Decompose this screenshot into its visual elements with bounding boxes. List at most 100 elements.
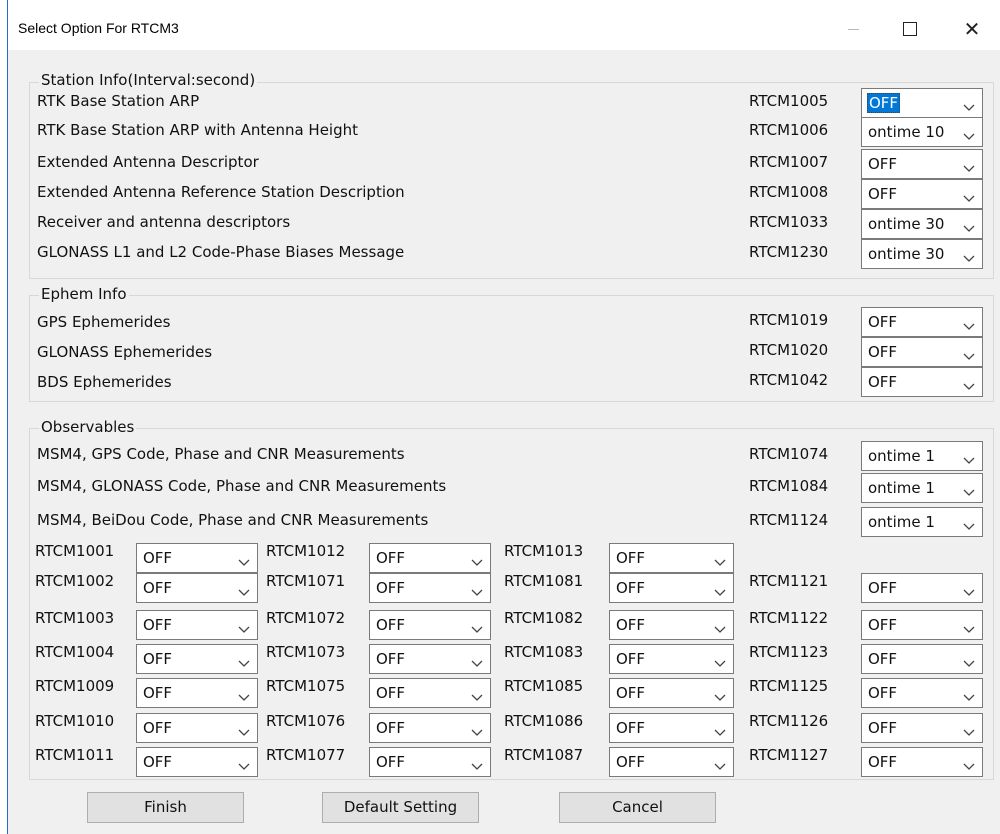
interval-select-rtcm1019[interactable]: OFF [861,307,983,337]
message-code: RTCM1007 [749,153,829,171]
interval-select-rtcm1020[interactable]: OFF [861,337,983,367]
interval-select-rtcm1125[interactable]: OFF [861,678,983,708]
message-code: RTCM1072 [266,609,346,627]
chevron-down-icon [714,723,726,736]
interval-select-rtcm1071[interactable]: OFF [369,573,491,603]
option-label: MSM4, GPS Code, Phase and CNR Measuremen… [37,445,405,463]
chevron-down-icon [238,723,250,736]
interval-select-rtcm1074[interactable]: ontime 1 [861,441,983,471]
message-code: RTCM1124 [749,511,829,529]
interval-select-rtcm1004[interactable]: OFF [136,644,258,674]
message-code: RTCM1123 [749,643,829,661]
option-label: GLONASS Ephemerides [37,343,213,361]
selected-value: OFF [376,719,406,737]
message-code: RTCM1011 [35,746,115,764]
interval-select-rtcm1012[interactable]: OFF [369,543,491,573]
interval-select-rtcm1083[interactable]: OFF [609,644,734,674]
message-code: RTCM1033 [749,213,829,231]
cancel-button[interactable]: Cancel [559,792,716,823]
option-label: MSM4, GLONASS Code, Phase and CNR Measur… [37,477,447,495]
message-code: RTCM1126 [749,712,829,730]
message-code: RTCM1003 [35,609,115,627]
selected-value: OFF [616,719,646,737]
chevron-down-icon [714,654,726,667]
message-code: RTCM1001 [35,542,115,560]
option-label: Extended Antenna Reference Station Descr… [37,183,405,201]
interval-select-rtcm1085[interactable]: OFF [609,678,734,708]
interval-select-rtcm1001[interactable]: OFF [136,543,258,573]
interval-select-rtcm1123[interactable]: OFF [861,644,983,674]
selected-value: OFF [616,579,646,597]
selected-value: OFF [143,684,173,702]
message-code: RTCM1122 [749,609,829,627]
interval-select-rtcm1033[interactable]: ontime 30 [861,209,983,239]
default-setting-button[interactable]: Default Setting [322,792,479,823]
selected-value: OFF [616,753,646,771]
finish-button[interactable]: Finish [87,792,244,823]
interval-select-rtcm1076[interactable]: OFF [369,713,491,743]
interval-select-rtcm1121[interactable]: OFF [861,573,983,603]
selected-value: OFF [376,650,406,668]
interval-select-rtcm1081[interactable]: OFF [609,573,734,603]
option-label: GLONASS L1 and L2 Code-Phase Biases Mess… [37,243,405,261]
interval-select-rtcm1075[interactable]: OFF [369,678,491,708]
close-icon: ✕ [963,17,981,41]
interval-select-rtcm1084[interactable]: ontime 1 [861,473,983,503]
minimize-button[interactable] [831,10,875,48]
message-code: RTCM1012 [266,542,346,560]
chevron-down-icon [714,583,726,596]
maximize-button[interactable] [888,10,932,48]
option-label: Receiver and antenna descriptors [37,213,291,231]
interval-select-rtcm1072[interactable]: OFF [369,610,491,640]
option-label: MSM4, BeiDou Code, Phase and CNR Measure… [37,511,429,529]
chevron-down-icon [963,249,975,262]
chevron-down-icon [471,757,483,770]
interval-select-rtcm1009[interactable]: OFF [136,678,258,708]
message-code: RTCM1005 [749,92,829,110]
interval-select-rtcm1010[interactable]: OFF [136,713,258,743]
message-code: RTCM1075 [266,677,346,695]
interval-select-rtcm1122[interactable]: OFF [861,610,983,640]
interval-select-rtcm1077[interactable]: OFF [369,747,491,777]
selected-value: OFF [868,579,898,597]
message-code: RTCM1230 [749,243,829,261]
interval-select-rtcm1086[interactable]: OFF [609,713,734,743]
interval-select-rtcm1008[interactable]: OFF [861,179,983,209]
option-label: BDS Ephemerides [37,373,172,391]
selected-value: OFF [143,579,173,597]
message-code: RTCM1081 [504,572,584,590]
message-code: RTCM1008 [749,183,829,201]
interval-select-rtcm1082[interactable]: OFF [609,610,734,640]
selected-value: OFF [376,684,406,702]
interval-select-rtcm1087[interactable]: OFF [609,747,734,777]
interval-select-rtcm1011[interactable]: OFF [136,747,258,777]
interval-select-rtcm1230[interactable]: ontime 30 [861,239,983,269]
chevron-down-icon [963,620,975,633]
message-code: RTCM1020 [749,341,829,359]
interval-select-rtcm1042[interactable]: OFF [861,367,983,397]
chevron-down-icon [963,159,975,172]
interval-select-rtcm1127[interactable]: OFF [861,747,983,777]
interval-select-rtcm1007[interactable]: OFF [861,149,983,179]
interval-select-rtcm1073[interactable]: OFF [369,644,491,674]
interval-select-rtcm1006[interactable]: ontime 10 [861,117,983,147]
interval-select-rtcm1005[interactable]: OFF [861,88,983,118]
message-code: RTCM1071 [266,572,346,590]
interval-select-rtcm1013[interactable]: OFF [609,543,734,573]
interval-select-rtcm1124[interactable]: ontime 1 [861,507,983,537]
chevron-down-icon [963,317,975,330]
selected-value: OFF [143,719,173,737]
chevron-down-icon [714,553,726,566]
message-code: RTCM1082 [504,609,584,627]
selected-value: OFF [143,616,173,634]
interval-select-rtcm1126[interactable]: OFF [861,713,983,743]
selected-value: OFF [868,650,898,668]
close-button[interactable]: ✕ [950,10,994,48]
interval-select-rtcm1002[interactable]: OFF [136,573,258,603]
interval-select-rtcm1003[interactable]: OFF [136,610,258,640]
chevron-down-icon [238,688,250,701]
message-code: RTCM1125 [749,677,829,695]
message-code: RTCM1127 [749,746,829,764]
selected-value: OFF [868,616,898,634]
chevron-down-icon [714,688,726,701]
